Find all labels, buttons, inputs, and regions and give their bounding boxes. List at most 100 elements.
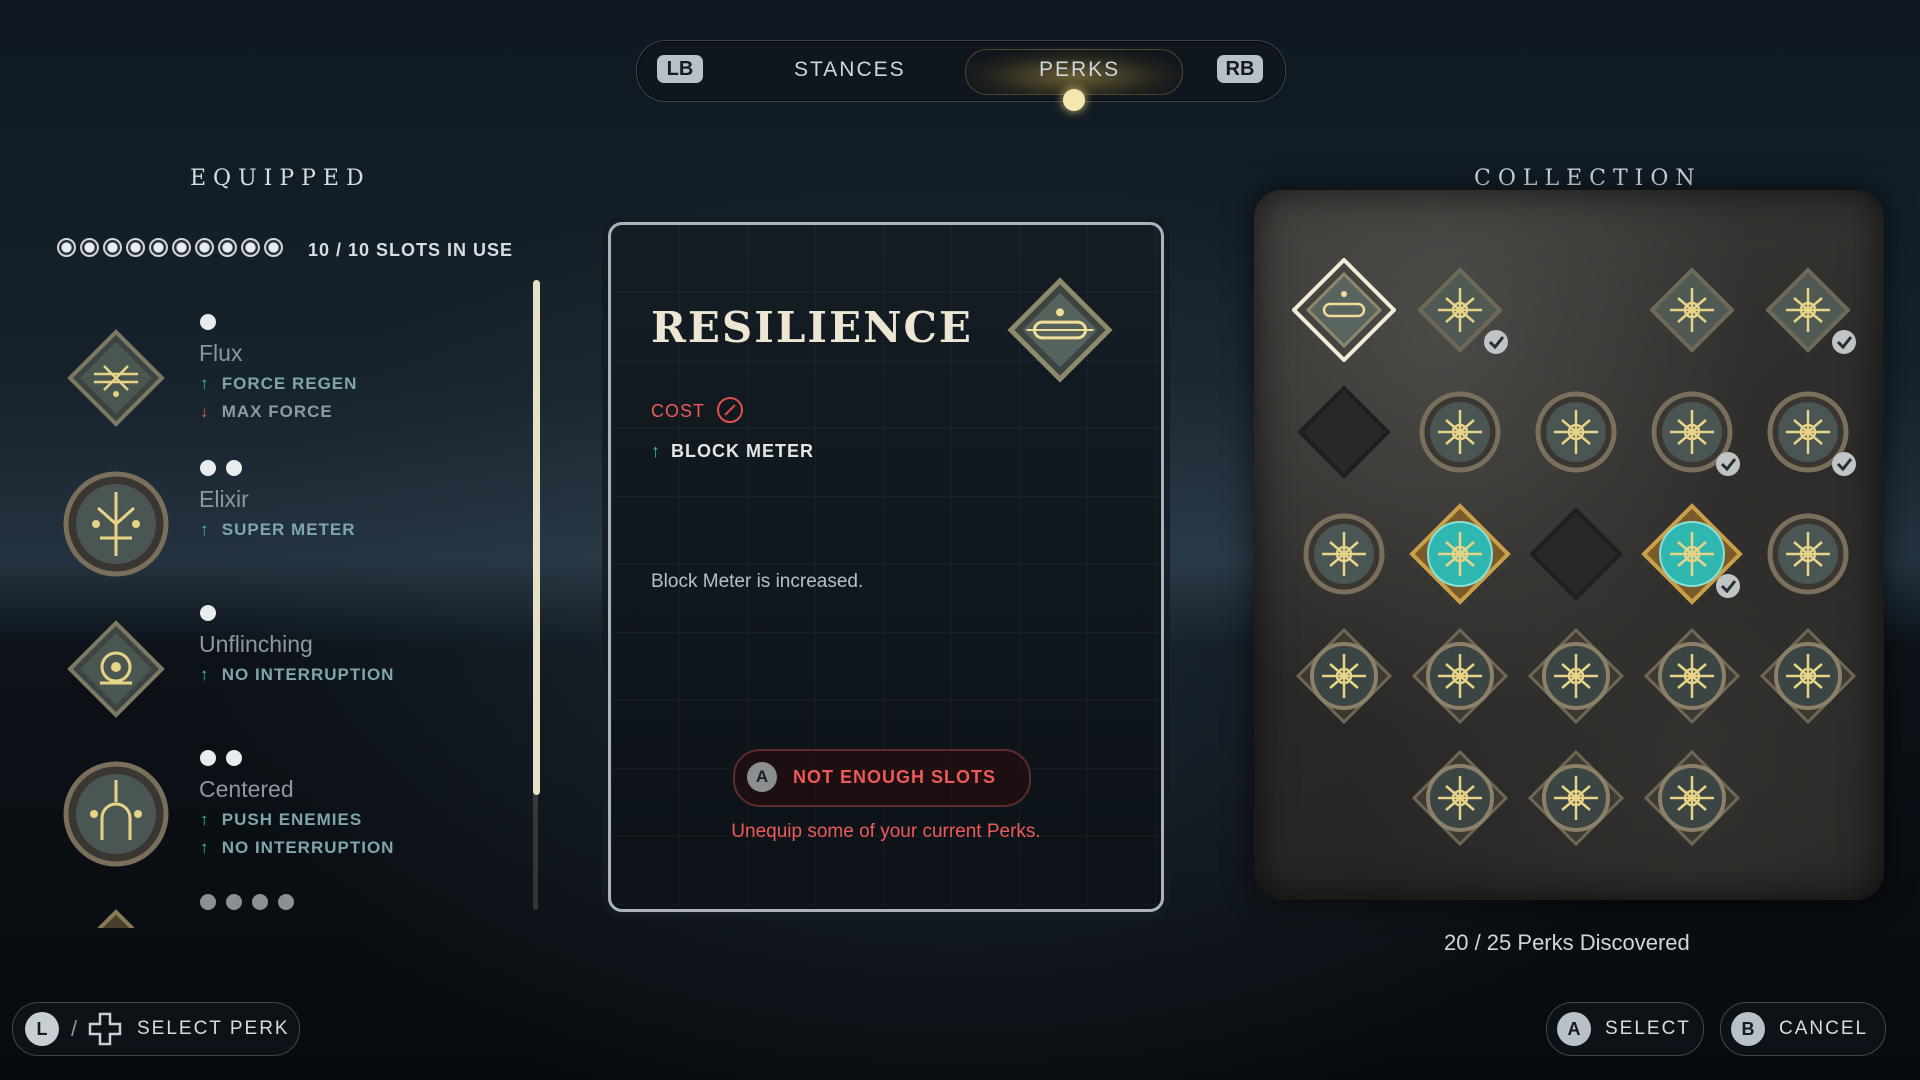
perk-stat-up: ↑ FORCE REGEN: [200, 374, 357, 394]
perk-rune-icon: [1297, 385, 1391, 479]
rb-button[interactable]: RB: [1217, 55, 1263, 83]
perk-name: Flux: [199, 340, 243, 366]
perk-rune-icon: [1756, 746, 1860, 850]
equipped-perk-flux[interactable]: Flux ↑ FORCE REGEN ↓ MAX FORCE: [60, 314, 500, 434]
stat-label: MAX FORCE: [221, 402, 333, 421]
perk-stat-up: ↑ NO INTERRUPTION: [200, 665, 394, 685]
perk-cost-pips: [200, 314, 216, 330]
collection-perk-slot[interactable]: [1640, 502, 1744, 606]
arrow-up-icon: ↑: [200, 374, 210, 393]
perk-rune-icon: [1291, 257, 1397, 363]
collection-perk-slot[interactable]: [1640, 380, 1744, 484]
slot-pip: [57, 238, 76, 257]
collection-perk-slot[interactable]: [1408, 258, 1512, 362]
slot-pip: [126, 238, 145, 257]
collection-perk-slot[interactable]: [1756, 380, 1860, 484]
stat-label: NO INTERRUPTION: [221, 838, 395, 857]
tab-stances[interactable]: STANCES: [794, 58, 906, 82]
perk-rune-icon: [1641, 503, 1743, 605]
slot-pips: [57, 238, 283, 257]
diamond-rune-icon: [67, 620, 165, 718]
perk-rune-icon: [1529, 507, 1623, 601]
arrow-up-icon: ↑: [651, 441, 661, 461]
cost-pip: [252, 894, 268, 910]
active-tab-indicator: [1063, 89, 1085, 111]
select-perk-label: SELECT PERK: [137, 1018, 290, 1039]
tab-perks[interactable]: PERKS: [1039, 58, 1120, 82]
perk-cost-pips: [200, 460, 242, 476]
collection-perk-slot[interactable]: [1640, 624, 1744, 728]
cost-pip: [226, 750, 242, 766]
perk-name: Centered: [199, 776, 294, 802]
collection-perk-slot[interactable]: [1408, 746, 1512, 850]
select-prompt[interactable]: A SELECT: [1546, 1002, 1704, 1056]
perk-rune-icon: [1295, 627, 1393, 725]
equipped-perk-centered[interactable]: Centered ↑ PUSH ENEMIES ↑ NO INTERRUPTIO…: [60, 750, 500, 870]
left-stick-icon: L: [25, 1012, 59, 1046]
collection-perk-slot[interactable]: [1408, 624, 1512, 728]
equipped-perk-partial[interactable]: [60, 894, 500, 928]
collection-perk-slot[interactable]: [1756, 624, 1860, 728]
collection-perk-slot[interactable]: [1524, 380, 1628, 484]
collection-perk-slot[interactable]: [1756, 258, 1860, 362]
not-enough-slots-button[interactable]: A NOT ENOUGH SLOTS: [733, 749, 1031, 807]
collection-perk-slot[interactable]: [1524, 502, 1628, 606]
slot-pip: [195, 238, 214, 257]
collection-perk-slot: [1292, 746, 1396, 850]
collection-perk-slot[interactable]: [1292, 624, 1396, 728]
perk-rune-icon: [1767, 513, 1849, 595]
collection-perk-slot[interactable]: [1756, 502, 1860, 606]
equipped-perk-unflinching[interactable]: Unflinching ↑ NO INTERRUPTION: [60, 605, 500, 725]
lb-button[interactable]: LB: [657, 55, 703, 83]
perk-rune-icon: [1419, 391, 1501, 473]
arrow-down-icon: ↓: [200, 402, 210, 421]
collection-perk-slot[interactable]: [1524, 746, 1628, 850]
perk-cost-pips: [200, 605, 216, 621]
equipped-scroll-thumb[interactable]: [533, 280, 540, 795]
not-enough-slots-label: NOT ENOUGH SLOTS: [793, 767, 997, 787]
collection-perk-slot[interactable]: [1292, 502, 1396, 606]
slot-pip: [241, 238, 260, 257]
stat-label: PUSH ENEMIES: [221, 810, 363, 829]
collection-perk-slot[interactable]: [1408, 502, 1512, 606]
perk-detail-card: RESILIENCE COST ↑ BLOCK METER Block Meter…: [608, 222, 1164, 912]
perk-rune-icon: [1535, 391, 1617, 473]
cost-pip: [200, 750, 216, 766]
slot-pip: [172, 238, 191, 257]
collection-perk-slot[interactable]: [1640, 258, 1744, 362]
perk-stat-down: ↓ MAX FORCE: [200, 402, 333, 422]
separator-slash: /: [71, 1016, 78, 1041]
equipped-title: EQUIPPED: [190, 166, 371, 191]
collection-perk-slot[interactable]: [1524, 624, 1628, 728]
perk-name: Unflinching: [199, 631, 313, 657]
collection-title: COLLECTION: [1474, 166, 1702, 191]
select-perk-prompt[interactable]: L / SELECT PERK: [12, 1002, 300, 1056]
perk-rune-icon: [1292, 746, 1396, 850]
resilience-rune-icon: [1007, 277, 1113, 383]
slot-pip: [80, 238, 99, 257]
cost-pip: [200, 894, 216, 910]
perk-rune-icon: [1651, 391, 1740, 476]
perk-rune-icon: [1409, 503, 1511, 605]
perk-cost-pips: [200, 750, 242, 766]
perk-rune-icon: [1643, 749, 1741, 847]
equipped-perk-elixir[interactable]: Elixir ↑ SUPER METER: [60, 460, 500, 580]
collection-perk-slot[interactable]: [1291, 257, 1397, 363]
perk-name: Elixir: [199, 486, 249, 512]
perk-detail-stat: ↑ BLOCK METER: [651, 441, 814, 462]
perk-rune-icon: [1411, 627, 1509, 725]
perk-rune-icon: [1411, 749, 1509, 847]
collection-perk-slot[interactable]: [1640, 746, 1744, 850]
collection-perk-slot[interactable]: [1408, 380, 1512, 484]
perk-detail-title: RESILIENCE: [651, 303, 973, 352]
round-rune-icon: [63, 761, 169, 867]
slot-pip: [218, 238, 237, 257]
cancel-prompt[interactable]: B CANCEL: [1720, 1002, 1886, 1056]
stat-label: SUPER METER: [221, 520, 356, 539]
cancel-label: CANCEL: [1779, 1018, 1869, 1039]
perk-description: Block Meter is increased.: [651, 571, 864, 592]
a-button-icon: A: [1557, 1012, 1591, 1046]
arrow-up-icon: ↑: [200, 838, 210, 857]
collection-perk-slot[interactable]: [1292, 380, 1396, 484]
perk-rune-icon: [1417, 267, 1508, 354]
